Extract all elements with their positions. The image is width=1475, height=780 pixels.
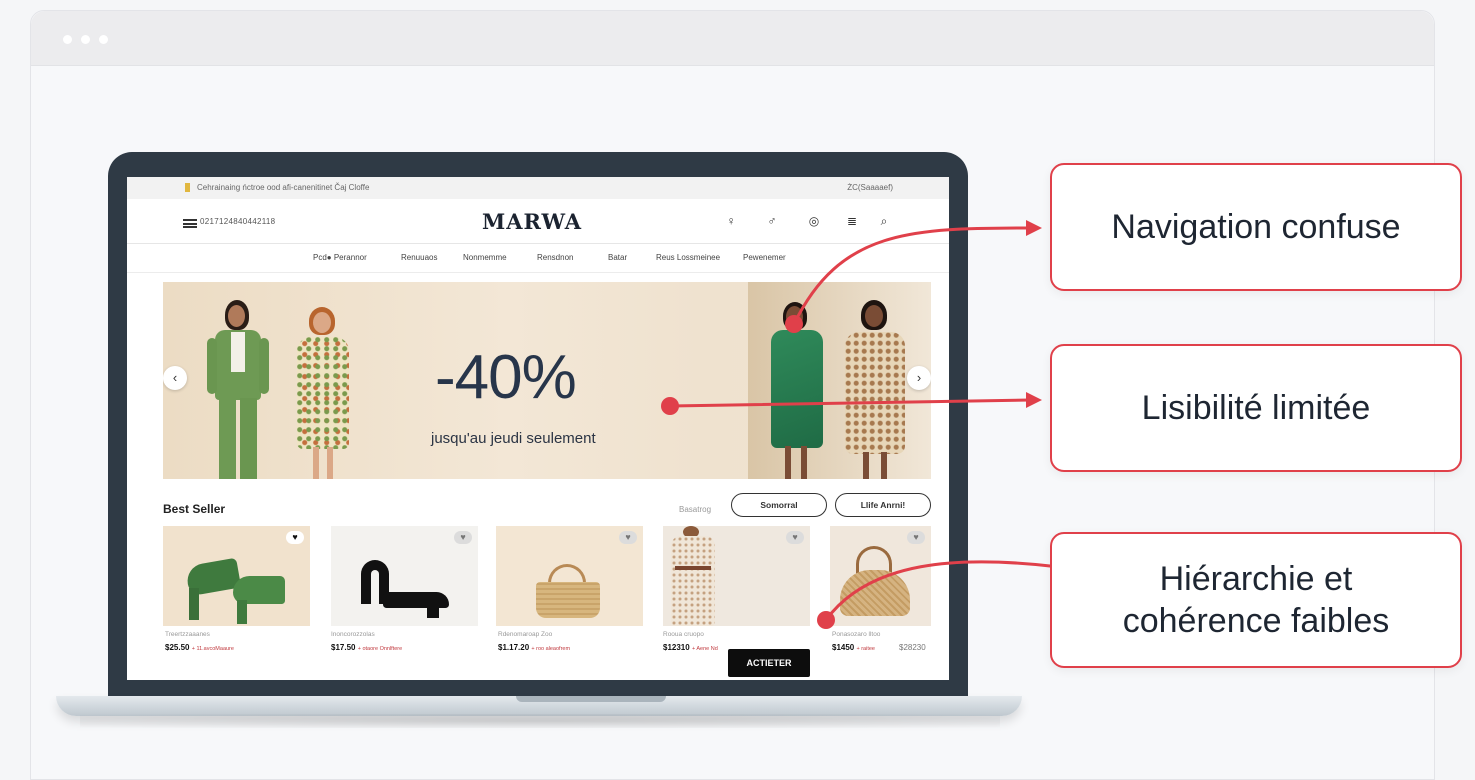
window-title-bar xyxy=(31,11,1434,66)
hero-banner[interactable]: ‹ -40% jusqu'au jeudi seulement › xyxy=(163,282,931,479)
site-header: 0217124840442118 MARWA ♀ ♂ ◎ ≣ ⌕ xyxy=(127,199,949,244)
price-value: $12310 xyxy=(663,643,690,652)
price-note: + otaore Onnlftere xyxy=(357,646,403,652)
hero-subtitle: jusqu'au jeudi seulement xyxy=(431,430,596,447)
promo-bar: Cehrainaing ńctroe ood afi-canenitinet Č… xyxy=(127,177,949,199)
nav-item-4[interactable]: Rensdnon xyxy=(537,253,573,262)
buy-button[interactable]: ACTIETER xyxy=(728,649,810,677)
model-green-suit xyxy=(203,300,273,479)
wishlist-heart-icon[interactable]: ♥ xyxy=(286,531,304,544)
price-note: + raitee xyxy=(856,646,875,652)
price-value: $25.50 xyxy=(165,643,190,652)
window-dot-2[interactable] xyxy=(81,35,90,44)
product-card-4[interactable]: ♥ xyxy=(663,526,810,626)
wishlist-heart-icon[interactable]: ♥ xyxy=(454,531,472,544)
callout-hierarchy: Hiérarchie et cohérence faibles xyxy=(1050,532,1462,668)
callout-navigation: Navigation confuse xyxy=(1050,163,1462,291)
website-screen: Cehrainaing ńctroe ood afi-canenitinet Č… xyxy=(127,177,949,680)
check-icon[interactable]: ◎ xyxy=(807,214,821,228)
phone-number: 0217124840442118 xyxy=(200,217,276,226)
laptop-base xyxy=(56,696,1022,716)
callout-readability: Lisibilité limitée xyxy=(1050,344,1462,472)
nav-item-2[interactable]: Renuuaos xyxy=(401,253,437,262)
window-dot-1[interactable] xyxy=(63,35,72,44)
product-4-price: $12310 + Aene Nd xyxy=(663,643,718,652)
hero-prev-button[interactable]: ‹ xyxy=(163,366,187,390)
laptop-notch xyxy=(516,696,666,702)
product-3-subtitle: Rdenomaroap Zoo xyxy=(498,631,553,638)
window-dot-3[interactable] xyxy=(99,35,108,44)
nav-item-3[interactable]: Nonmemme xyxy=(463,253,507,262)
filter-pill-1[interactable]: Somorral xyxy=(731,493,827,517)
product-1-price: $25.50 + 11.avcoMaaure xyxy=(165,643,234,652)
product-1-subtitle: Treertzzaaanes xyxy=(165,631,210,638)
nav-item-7[interactable]: Pewenemer xyxy=(743,253,786,262)
filter-pill-2[interactable]: Llife Anrni! xyxy=(835,493,931,517)
promo-flag-icon xyxy=(185,183,190,192)
hero-discount: -40% xyxy=(435,343,577,412)
price-note: + roo aleaofrem xyxy=(531,646,571,652)
product-5-price: $1450 + raitee xyxy=(832,643,875,652)
product-3-price: $1.17.20 + roo aleaofrem xyxy=(498,643,570,652)
product-2-subtitle: Inoncorozzolas xyxy=(331,631,375,638)
brand-logo[interactable]: MARWA xyxy=(482,209,582,234)
product-card-5[interactable]: ♥ xyxy=(830,526,931,626)
product-card-2[interactable]: ♥ xyxy=(331,526,478,626)
hamburger-menu-icon[interactable] xyxy=(183,219,197,228)
price-value: $1450 xyxy=(832,643,855,652)
wishlist-heart-icon[interactable]: ♥ xyxy=(786,531,804,544)
best-seller-title: Best Seller xyxy=(163,502,226,516)
account-icon[interactable]: ♀ xyxy=(724,214,738,228)
product-card-1[interactable]: ♥ xyxy=(163,526,310,626)
product-2-price: $17.50 + otaore Onnlftere xyxy=(331,643,402,652)
model-floral-dress xyxy=(283,307,363,479)
wishlist-heart-icon[interactable]: ♥ xyxy=(907,531,925,544)
model-beige-dress xyxy=(835,300,915,479)
account-alt-icon[interactable]: ♂ xyxy=(765,214,779,228)
model-green-dress xyxy=(763,302,833,479)
promo-text: Cehrainaing ńctroe ood afi-canenitinet Č… xyxy=(197,183,370,192)
product-5-subtitle: Ponasozaro lltoo xyxy=(832,631,881,638)
nav-item-6[interactable]: Reus Lossmeinee xyxy=(656,253,720,262)
laptop-shadow xyxy=(80,714,1000,728)
nav-item-1[interactable]: Pcd● Perannor xyxy=(313,253,367,262)
promo-right-link[interactable]: ŻC(Saaaaef) xyxy=(847,183,893,192)
price-note: + 11.avcoMaaure xyxy=(191,646,234,652)
price-value: $1.17.20 xyxy=(498,643,530,652)
hero-next-button[interactable]: › xyxy=(907,366,931,390)
product-4-subtitle: Rooua cruopo xyxy=(663,631,704,638)
price-note: + Aene Nd xyxy=(691,646,718,652)
bag-icon[interactable]: ≣ xyxy=(845,214,859,228)
nav-item-5[interactable]: Batar xyxy=(608,253,627,262)
product-5-old-price: $28230 xyxy=(899,643,926,652)
product-card-3[interactable]: ♥ xyxy=(496,526,643,626)
search-icon[interactable]: ⌕ xyxy=(877,214,891,228)
best-seller-filter-label: Basatrog xyxy=(679,505,712,514)
main-nav: Pcd● Perannor Renuuaos Nonmemme Rensdnon… xyxy=(127,244,949,273)
wishlist-heart-icon[interactable]: ♥ xyxy=(619,531,637,544)
price-value: $17.50 xyxy=(331,643,356,652)
